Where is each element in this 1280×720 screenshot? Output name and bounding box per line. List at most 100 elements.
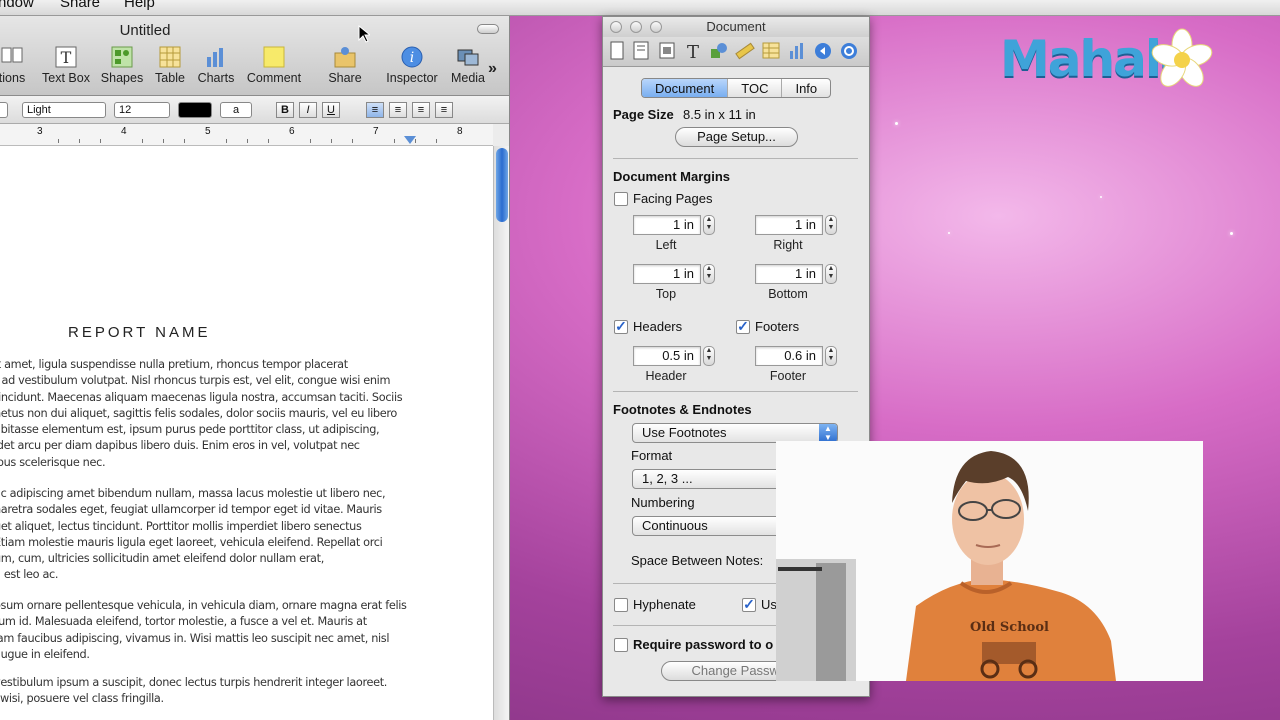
media-button[interactable]: Media	[450, 46, 486, 85]
star	[948, 232, 950, 234]
table-button[interactable]: Table	[152, 46, 188, 85]
paragraph-line: Etiam molestie mauris ligula eget laoree…	[0, 535, 383, 549]
minimize-icon[interactable]	[630, 21, 642, 33]
toolbar-label: tions	[0, 71, 26, 85]
bold-button[interactable]: B	[276, 102, 294, 118]
quicktime-inspector-icon[interactable]	[839, 40, 859, 62]
right-margin-label: Right	[773, 238, 803, 252]
text-inspector-icon[interactable]: T	[683, 40, 703, 62]
document-page[interactable]: REPORT NAME it amet, ligula suspendisse …	[0, 146, 493, 720]
shapes-button[interactable]: Shapes	[100, 46, 144, 85]
footnotes-popup[interactable]: Use Footnotes ▲ ▼	[632, 423, 838, 443]
zoom-icon[interactable]	[650, 21, 662, 33]
paragraph-line: idet arcu per diam dapibus libero duis. …	[0, 439, 360, 453]
divider	[613, 391, 858, 392]
tab-document[interactable]: Document	[642, 79, 729, 97]
menu-share[interactable]: Share	[60, 0, 100, 10]
left-margin-field[interactable]: 1 in	[633, 215, 701, 235]
right-margin-stepper[interactable]: ▲ ▼	[825, 215, 837, 235]
window-toolbar: Untitled tions T Text Box Shapes Table C…	[0, 16, 509, 96]
highlight-color-well[interactable]: a	[220, 102, 252, 118]
ruler-number: 5	[205, 126, 211, 137]
layout-inspector-icon[interactable]	[631, 40, 651, 62]
font-size-field[interactable]: 12	[114, 102, 170, 118]
comment-button[interactable]: Comment	[246, 46, 302, 85]
pages-window: Untitled tions T Text Box Shapes Table C…	[0, 16, 510, 720]
bottom-margin-field[interactable]: 1 in	[755, 264, 823, 284]
right-margin-field[interactable]: 1 in	[755, 215, 823, 235]
charts-button[interactable]: Charts	[196, 46, 236, 85]
toolbar-label: Comment	[246, 71, 302, 85]
align-left-button[interactable]: ≡	[366, 102, 384, 118]
toolbar-label: Inspector	[386, 71, 438, 85]
wrap-inspector-icon[interactable]	[657, 40, 677, 62]
sections-button[interactable]: tions	[0, 46, 30, 85]
tab-info[interactable]: Info	[782, 79, 830, 97]
scroll-thumb[interactable]	[496, 148, 508, 222]
header-stepper[interactable]: ▲ ▼	[703, 346, 715, 366]
underline-button[interactable]: U	[322, 102, 340, 118]
menu-help[interactable]: Help	[124, 0, 155, 10]
facing-pages-label: Facing Pages	[633, 191, 713, 206]
toolbar-toggle-button[interactable]	[477, 24, 499, 34]
sections-icon	[1, 47, 23, 63]
headers-checkbox[interactable]: ✓	[614, 319, 628, 334]
tab-toc[interactable]: TOC	[728, 79, 783, 97]
link-inspector-icon[interactable]	[813, 40, 833, 62]
metrics-inspector-icon[interactable]	[735, 40, 755, 62]
graphic-inspector-icon[interactable]	[709, 40, 729, 62]
align-right-button[interactable]: ≡	[412, 102, 430, 118]
close-icon[interactable]	[610, 21, 622, 33]
footers-checkbox[interactable]: ✓	[736, 319, 750, 334]
share-icon	[334, 47, 356, 68]
inspector-button[interactable]: i Inspector	[384, 46, 440, 85]
bottom-margin-label: Bottom	[768, 287, 808, 301]
text-color-well[interactable]	[178, 102, 212, 118]
right-indent-marker[interactable]	[404, 136, 416, 146]
table-inspector-icon[interactable]	[761, 40, 781, 62]
footer-stepper[interactable]: ▲ ▼	[825, 346, 837, 366]
italic-button[interactable]: I	[299, 102, 317, 118]
page-size-label: Page Size	[613, 107, 674, 122]
vertical-scrollbar[interactable]	[493, 146, 509, 720]
facing-pages-checkbox[interactable]	[614, 192, 628, 206]
table-icon	[159, 46, 181, 68]
paragraph-line: i wisi, posuere vel class fringilla.	[0, 692, 164, 706]
top-margin-label: Top	[655, 287, 677, 301]
paragraph-line: um, cum, ultricies sollicitudin amet ele…	[0, 552, 324, 566]
bottom-margin-stepper[interactable]: ▲ ▼	[825, 264, 837, 284]
footer-field[interactable]: 0.6 in	[755, 346, 823, 366]
toolbar-label: Table	[155, 71, 185, 85]
justify-button[interactable]: ≡	[435, 102, 453, 118]
paragraph-line: haretra sodales eget, feugiat ullamcorpe…	[0, 503, 382, 517]
toolbar-overflow-button[interactable]: »	[488, 60, 497, 78]
align-center-button[interactable]: ≡	[389, 102, 407, 118]
top-margin-stepper[interactable]: ▲ ▼	[703, 264, 715, 284]
chart-inspector-icon[interactable]	[787, 40, 807, 62]
paragraph-line: ibus scelerisque nec.	[0, 455, 106, 469]
font-style-popup[interactable]: Light	[22, 102, 106, 118]
paragraph-line: tincidunt. Maecenas aliquam maecenas lig…	[0, 390, 403, 404]
document-inspector-icon[interactable]	[607, 40, 627, 62]
require-password-checkbox[interactable]	[614, 638, 628, 652]
window-title: Untitled	[119, 22, 171, 39]
left-margin-stepper[interactable]: ▲ ▼	[703, 215, 715, 235]
toolbar-label: Media	[450, 71, 486, 85]
share-button[interactable]: Share	[326, 46, 364, 85]
paragraph-line: it amet, ligula suspendisse nulla pretiu…	[0, 358, 348, 371]
space-between-notes-label: Space Between Notes:	[631, 553, 764, 568]
textbox-button[interactable]: T Text Box	[40, 46, 92, 85]
menu-window[interactable]: ndow	[0, 0, 34, 10]
top-margin-field[interactable]: 1 in	[633, 264, 701, 284]
shirt-print-line1: Old	[970, 620, 996, 635]
paragraph-style-popup[interactable]	[0, 102, 8, 118]
footer-caption: Footer	[769, 369, 807, 383]
use-ligatures-checkbox[interactable]: ✓	[742, 597, 756, 612]
page-setup-button[interactable]: Page Setup...	[675, 127, 798, 147]
format-bar: Light 12 a B I U ≡ ≡ ≡ ≡	[0, 96, 509, 124]
header-field[interactable]: 0.5 in	[633, 346, 701, 366]
use-ligatures-label: Us	[761, 597, 777, 612]
paragraph-line: ac adipiscing amet bibendum nullam, mass…	[0, 487, 386, 500]
hyphenate-checkbox[interactable]	[614, 598, 628, 612]
inspector-title: Document	[706, 19, 766, 34]
